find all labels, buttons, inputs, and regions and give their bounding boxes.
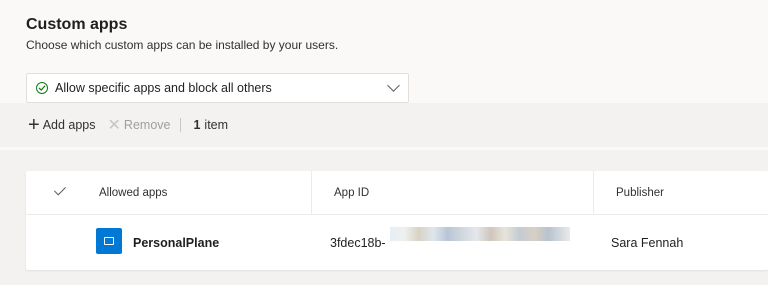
section-subtitle: Choose which custom apps can be installe… — [26, 38, 339, 52]
app-tile-icon — [96, 228, 122, 254]
app-name[interactable]: PersonalPlane — [133, 216, 219, 270]
allowed-apps-table: Allowed apps App ID Publisher PersonalPl… — [26, 171, 768, 270]
column-divider — [311, 171, 312, 215]
chevron-down-icon — [387, 79, 400, 92]
item-count-number: 1 — [193, 118, 201, 132]
column-divider — [593, 171, 594, 215]
select-all-checkmark-icon[interactable] — [53, 183, 67, 196]
item-count-unit: item — [204, 118, 229, 132]
close-icon: ✕ — [107, 117, 121, 134]
table-row[interactable]: PersonalPlane 3fdec18b- Sara Fennah — [26, 216, 768, 270]
plus-icon: + — [28, 114, 40, 136]
check-circle-icon — [36, 82, 48, 94]
remove-button[interactable]: ✕ Remove — [96, 115, 171, 135]
section-title: Custom apps — [26, 16, 128, 33]
add-apps-button[interactable]: + Add apps — [28, 114, 96, 136]
policy-dropdown-value: Allow specific apps and block all others — [55, 81, 272, 95]
add-apps-label: Add apps — [42, 118, 96, 132]
policy-dropdown[interactable]: Allow specific apps and block all others — [26, 73, 409, 103]
redacted-app-id — [390, 227, 570, 241]
app-publisher: Sara Fennah — [611, 236, 684, 250]
app-id: 3fdec18b- — [330, 236, 386, 250]
command-bar: + Add apps ✕ Remove 1 item — [0, 103, 768, 147]
column-header-publisher[interactable]: Publisher — [616, 171, 664, 215]
remove-label: Remove — [123, 118, 171, 132]
column-header-app-id[interactable]: App ID — [334, 171, 369, 215]
table-header: Allowed apps App ID Publisher — [26, 171, 768, 215]
toolbar-divider — [180, 118, 182, 132]
column-header-allowed-apps[interactable]: Allowed apps — [99, 171, 167, 215]
